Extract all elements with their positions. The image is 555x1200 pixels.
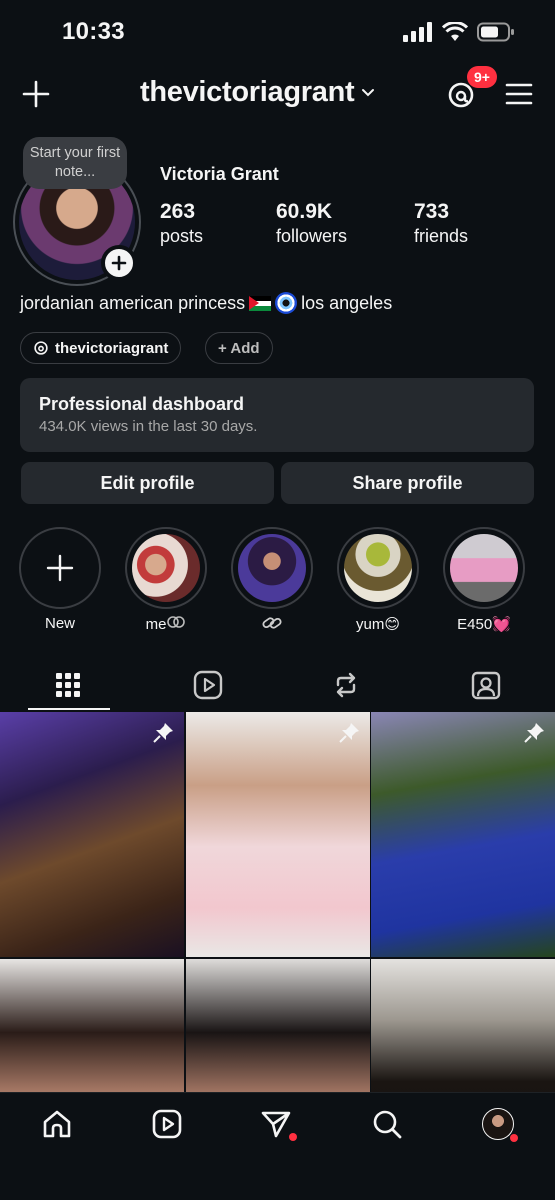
- tab-tagged[interactable]: [446, 660, 526, 710]
- messages-icon: [261, 1111, 291, 1138]
- reels-icon: [193, 670, 223, 700]
- stat-friends[interactable]: 733 friends: [414, 200, 468, 247]
- stat-label: posts: [160, 226, 204, 246]
- highlight-yum[interactable]: yum😊: [336, 527, 420, 633]
- note-bubble[interactable]: Start your first note...: [23, 137, 127, 189]
- rings-icon: [167, 616, 186, 628]
- highlight-image: [450, 534, 518, 602]
- highlight-ring: [337, 527, 419, 609]
- post-thumbnail[interactable]: [371, 959, 555, 1092]
- share-profile-button[interactable]: Share profile: [281, 462, 534, 504]
- add-link-chip[interactable]: + Add: [205, 332, 273, 364]
- stat-followers[interactable]: 60.9K followers: [276, 200, 347, 247]
- post-thumbnail[interactable]: [371, 712, 555, 957]
- chevron-down-icon: [362, 88, 375, 96]
- post-thumbnail[interactable]: [0, 712, 184, 957]
- highlight-image: [238, 534, 306, 602]
- plus-icon: [22, 80, 50, 108]
- profile-avatar-small: [482, 1108, 514, 1140]
- plus-icon: [111, 255, 127, 271]
- highlight-label: [230, 615, 314, 635]
- threads-link-chip[interactable]: thevictoriagrant: [20, 332, 182, 364]
- highlight-ring: [443, 527, 525, 609]
- add-story-button[interactable]: [101, 245, 137, 281]
- stat-label: friends: [414, 226, 469, 246]
- tab-posts-grid[interactable]: [28, 660, 110, 710]
- highlight-new[interactable]: New: [18, 527, 102, 632]
- highlight-me[interactable]: me: [124, 527, 208, 633]
- home-icon: [43, 1110, 71, 1138]
- dashboard-title: Professional dashboard: [39, 394, 245, 414]
- highlight-e450[interactable]: E450💓: [442, 527, 526, 633]
- pin-icon: [524, 723, 544, 743]
- pin-icon: [339, 723, 359, 743]
- unread-dot: [510, 1134, 518, 1142]
- post-thumbnail[interactable]: [186, 959, 370, 1092]
- profile-header: thevictoriagrant 9+: [0, 66, 555, 126]
- bottom-nav: [0, 1092, 555, 1200]
- dashboard-subtitle: 434.0K views in the last 30 days.: [39, 418, 258, 435]
- threads-icon: [34, 341, 48, 355]
- stat-number: 60.9K: [276, 200, 333, 223]
- reels-icon: [152, 1109, 182, 1139]
- account-switcher[interactable]: thevictoriagrant: [140, 76, 376, 109]
- edit-profile-button[interactable]: Edit profile: [21, 462, 274, 504]
- tab-reels[interactable]: [168, 660, 248, 710]
- menu-button[interactable]: [505, 82, 533, 111]
- stat-number: 263: [160, 200, 196, 223]
- stat-number: 733: [414, 200, 450, 223]
- notification-badge: 9+: [467, 66, 497, 88]
- nav-reels[interactable]: [150, 1107, 184, 1141]
- professional-dashboard[interactable]: Professional dashboard 434.0K views in t…: [20, 378, 534, 452]
- highlight-image: [132, 534, 200, 602]
- status-icons: [403, 22, 515, 42]
- bio-location: los angeles: [301, 292, 393, 313]
- wifi-icon: [442, 22, 468, 41]
- highlight-label: me: [124, 615, 208, 633]
- bio-text: jordanian american princess: [20, 292, 246, 313]
- hamburger-menu-icon: [505, 83, 533, 105]
- add-link-label: + Add: [218, 339, 260, 357]
- highlight-ring: [231, 527, 313, 609]
- nav-profile[interactable]: [481, 1107, 518, 1142]
- tagged-icon: [471, 671, 501, 700]
- link-icon: [262, 617, 282, 629]
- highlight-label: New: [44, 615, 75, 632]
- status-bar: 10:33: [0, 0, 555, 66]
- pin-icon: [153, 723, 173, 743]
- nav-messages[interactable]: [259, 1107, 297, 1141]
- signal-icon: [403, 22, 432, 42]
- grid-icon: [56, 673, 80, 697]
- display-name: Victoria Grant: [160, 164, 279, 184]
- new-highlight-ring: [19, 527, 101, 609]
- create-button[interactable]: [22, 80, 50, 113]
- nazar-eye-icon: [275, 292, 298, 314]
- highlight-ring: [125, 527, 207, 609]
- search-icon: [373, 1110, 402, 1139]
- highlight-link[interactable]: [230, 527, 314, 635]
- highlight-label: yum😊: [356, 616, 400, 633]
- highlight-label: E450💓: [457, 616, 511, 633]
- stat-posts[interactable]: 263 posts: [160, 200, 203, 247]
- plus-icon: [46, 554, 74, 582]
- threads-handle: thevictoriagrant: [55, 339, 169, 357]
- nav-home[interactable]: [40, 1107, 74, 1141]
- posts-grid: [0, 712, 555, 1092]
- stat-label: followers: [276, 226, 348, 246]
- post-thumbnail[interactable]: [0, 959, 184, 1092]
- bio: jordanian american princess los angeles: [20, 292, 392, 314]
- jordan-flag-icon: [249, 295, 272, 311]
- reposts-icon: [336, 672, 356, 698]
- content-tabs: [0, 660, 555, 710]
- status-time: 10:33: [62, 18, 125, 45]
- unread-dot: [289, 1133, 297, 1141]
- username: thevictoriagrant: [140, 76, 355, 108]
- highlight-image: [344, 534, 412, 602]
- battery-icon: [477, 22, 514, 42]
- nav-search[interactable]: [370, 1107, 404, 1141]
- post-thumbnail[interactable]: [186, 712, 370, 957]
- tab-reposts[interactable]: [306, 660, 386, 710]
